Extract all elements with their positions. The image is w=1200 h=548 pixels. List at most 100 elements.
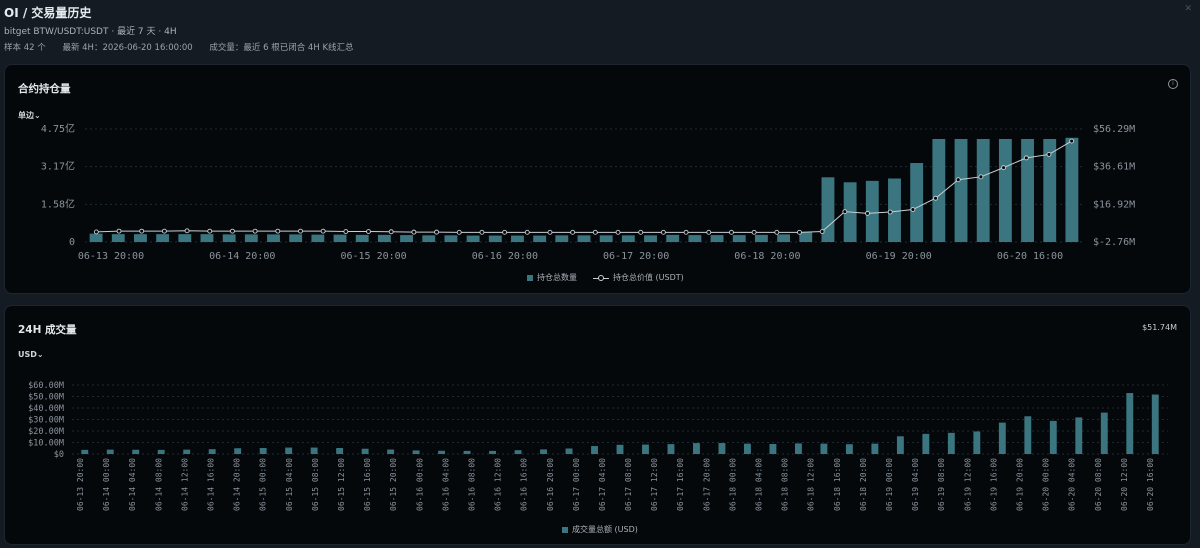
vol-bar — [718, 443, 726, 454]
vol-x-tick-label: 06-17 20:00 — [702, 458, 711, 511]
oi-legend-line-label: 持仓总价值 (USDT) — [613, 273, 684, 282]
vol-bar — [1151, 394, 1159, 454]
vol-x-tick-label: 06-19 00:00 — [885, 458, 894, 511]
oi-bar — [466, 235, 480, 242]
vol-bar — [845, 444, 853, 454]
oi-bar — [200, 234, 214, 242]
volume-note: 成交量：最近 6 根已闭合 4H K线汇总 — [209, 43, 354, 53]
oi-right-tick-label: $56.29M — [1093, 124, 1135, 135]
vol-y-tick-label: $30.00M — [28, 416, 64, 426]
oi-bar — [777, 234, 791, 242]
oi-bar — [178, 234, 192, 242]
oi-bar — [910, 163, 924, 242]
vol-x-tick-label: 06-16 04:00 — [441, 458, 450, 511]
vol-x-tick-label: 06-16 16:00 — [520, 458, 529, 511]
vol-x-tick-label: 06-20 16:00 — [1146, 458, 1155, 511]
vol-bar — [1126, 393, 1134, 454]
oi-line-point — [1023, 155, 1029, 161]
vol-x-tick-label: 06-15 00:00 — [259, 458, 268, 511]
oi-bar — [577, 235, 591, 242]
oi-bar — [998, 138, 1012, 242]
oi-bar — [533, 235, 547, 242]
vol-bar — [106, 449, 114, 454]
oi-bar — [267, 234, 280, 242]
oi-bar — [222, 234, 236, 242]
oi-line-point — [502, 229, 508, 235]
vol-x-tick-label: 06-17 04:00 — [598, 458, 607, 511]
oi-bar — [599, 235, 613, 242]
vol-bar — [540, 449, 547, 454]
oi-bar — [444, 235, 458, 242]
vol-bar — [744, 443, 751, 454]
oi-bar — [754, 234, 768, 242]
vol-x-tick-label: 06-20 08:00 — [1094, 458, 1103, 511]
sample-count: 样本 42 个 — [4, 43, 46, 53]
vol-x-tick-label: 06-18 16:00 — [833, 458, 842, 511]
oi-bar — [1065, 137, 1079, 242]
oi-line-point — [456, 229, 462, 235]
vol-bar — [208, 449, 216, 454]
vol-x-tick-label: 06-15 20:00 — [389, 458, 398, 511]
vol-x-tick-label: 06-14 08:00 — [154, 458, 163, 511]
oi-bar — [422, 235, 436, 242]
oi-line-point — [728, 229, 734, 235]
vol-x-tick-label: 06-16 12:00 — [494, 458, 503, 511]
oi-line-point — [1001, 165, 1007, 171]
vol-x-tick-label: 06-17 00:00 — [572, 458, 581, 511]
oi-x-tick-label: 06-13 20:00 — [78, 251, 144, 262]
vol-x-tick-label: 06-15 16:00 — [363, 458, 372, 511]
vol-x-tick-label: 06-19 16:00 — [989, 458, 998, 511]
oi-bar — [954, 138, 968, 242]
oi-line-point — [411, 229, 417, 235]
vol-x-tick-label: 06-17 16:00 — [676, 458, 685, 511]
oi-bar — [289, 234, 303, 242]
oi-line-point — [388, 229, 394, 235]
oi-bar — [932, 138, 946, 242]
oi-bar — [400, 235, 414, 242]
vol-bar — [896, 436, 904, 454]
page-header: OI / 交易量历史 bitget BTW/USDT:USDT · 最近 7 天… — [4, 4, 368, 54]
oi-line-point — [275, 228, 281, 234]
vol-bar — [387, 449, 395, 454]
oi-line-point — [887, 209, 893, 215]
oi-line-point — [1046, 151, 1052, 157]
oi-line-point — [434, 229, 440, 235]
oi-line-point — [978, 174, 984, 180]
vol-bar — [361, 448, 369, 454]
oi-line-point — [343, 229, 349, 235]
vol-bar — [922, 433, 930, 454]
vol-x-tick-label: 06-17 12:00 — [650, 458, 659, 511]
oi-line-point — [479, 229, 485, 235]
oi-line-point — [207, 228, 213, 234]
open-interest-panel: 合约持仓量 i 单边⌄ 0 1.58亿 3.17亿 4.75亿 $-2.76M $16.9… — [4, 64, 1191, 294]
oi-left-tick-label: 1.58亿 — [41, 197, 75, 210]
vol-legend: 成交量总额 (USD) — [562, 524, 638, 535]
vol-bar — [973, 431, 981, 454]
vol-bar — [183, 449, 191, 454]
oi-line-point — [955, 177, 961, 183]
oi-bar — [89, 233, 103, 242]
oi-line-point — [184, 228, 190, 234]
oi-bar — [156, 234, 170, 242]
vol-x-tick-label: 06-18 20:00 — [859, 458, 868, 511]
vol-bar — [310, 447, 318, 454]
oi-x-tick-label: 06-20 16:00 — [997, 251, 1063, 262]
oi-right-tick-label: $16.92M — [1093, 199, 1135, 210]
vol-bar — [591, 446, 598, 454]
oi-right-tick-label: $36.61M — [1093, 162, 1135, 173]
oi-line-point — [706, 229, 712, 235]
vol-x-tick-label: 06-19 04:00 — [911, 458, 920, 511]
close-icon[interactable]: ✕ — [1184, 4, 1192, 14]
oi-bar — [355, 234, 369, 242]
oi-line-point — [819, 229, 825, 235]
vol-y-tick-label: $20.00M — [28, 427, 64, 437]
oi-bar — [732, 235, 746, 242]
vol-x-tick-label: 06-14 00:00 — [102, 458, 111, 511]
oi-legend: 持仓总数量 持仓总价值 (USDT) — [527, 272, 684, 283]
vol-x-tick-label: 06-18 04:00 — [755, 458, 764, 511]
vol-x-tick-label: 06-18 00:00 — [728, 458, 737, 511]
vol-bar — [157, 449, 165, 454]
vol-x-tick-label: 06-14 16:00 — [207, 458, 216, 511]
vol-bar — [1024, 416, 1032, 454]
vol-bar — [438, 450, 446, 454]
